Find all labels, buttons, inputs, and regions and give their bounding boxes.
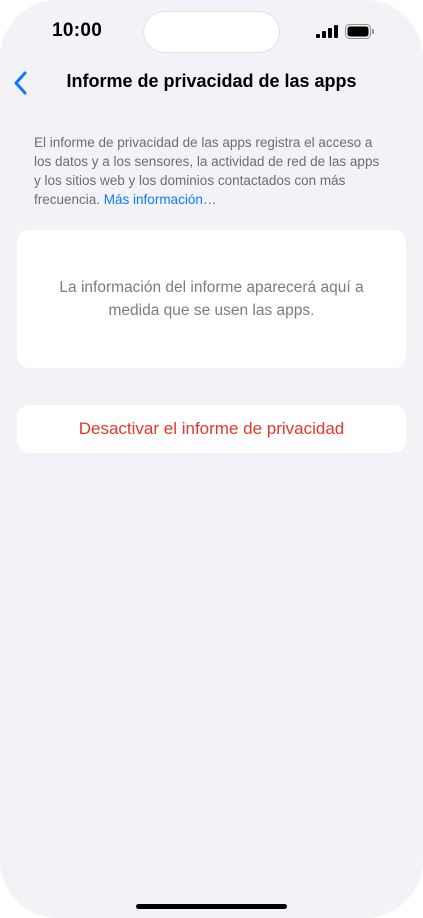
page-title: Informe de privacidad de las apps: [66, 71, 357, 91]
navigation-bar: Informe de privacidad de las apps: [0, 64, 423, 100]
home-indicator[interactable]: [136, 904, 287, 909]
info-card: La información del informe aparecerá aqu…: [17, 230, 406, 368]
battery-icon: [345, 24, 374, 39]
description-text: El informe de privacidad de las apps reg…: [34, 133, 384, 209]
back-button[interactable]: [6, 68, 36, 98]
disable-privacy-report-label: Desactivar el informe de privacidad: [78, 419, 345, 438]
disable-privacy-report-button[interactable]: Desactivar el informe de privacidad: [17, 405, 406, 453]
cellular-signal-icon: [316, 25, 338, 38]
dynamic-island: [144, 12, 279, 52]
more-info-link[interactable]: Más información…: [104, 192, 217, 207]
status-time: 10:00: [52, 20, 103, 41]
info-card-text: La información del informe aparecerá aqu…: [59, 279, 364, 319]
chevron-left-icon: [14, 71, 27, 95]
phone-screen: 10:00 Informe de privacidad de las apps …: [0, 0, 423, 918]
status-bar: 10:00: [0, 0, 423, 64]
